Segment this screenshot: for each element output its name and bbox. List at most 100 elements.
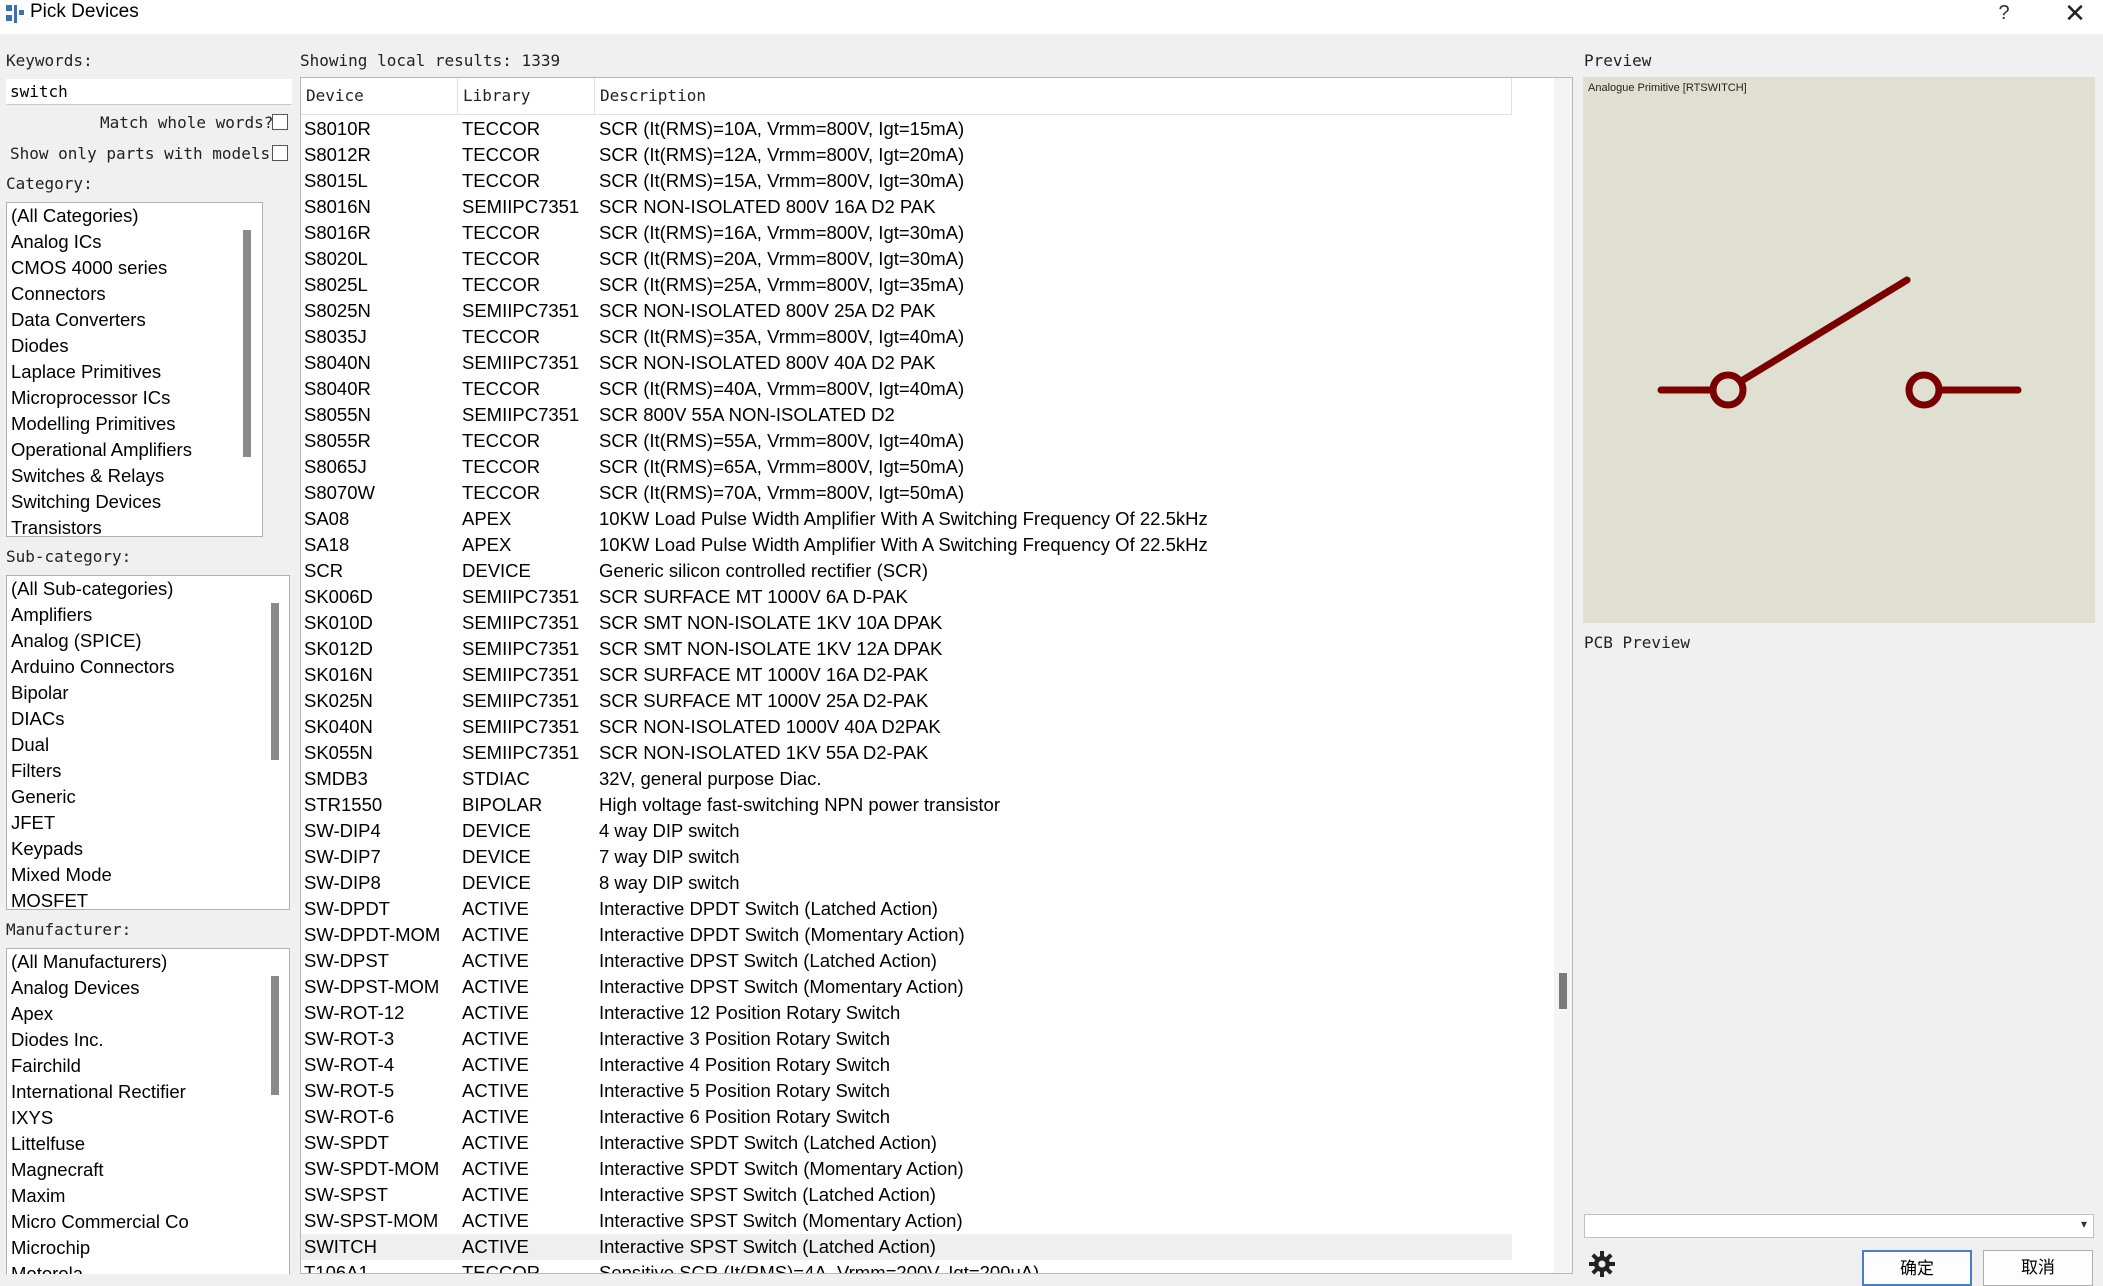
table-row[interactable]: SW-SPST ACTIVE Interactive SPST Switch (La… (301, 1182, 1512, 1208)
table-row[interactable]: T106A1 TECCOR Sensitive SCR (It(RMS)=4A, V… (301, 1260, 1512, 1273)
category-item[interactable]: Operational Amplifiers (7, 437, 262, 463)
table-row[interactable]: SW-ROT-12 ACTIVE Interactive 12 Position R… (301, 1000, 1512, 1026)
table-row[interactable]: SW-DPST-MOM ACTIVE Interactive DPST Switch… (301, 974, 1512, 1000)
table-row[interactable]: SW-SPDT ACTIVE Interactive SPDT Switch (La… (301, 1130, 1512, 1156)
table-row[interactable]: SMDB3 STDIAC 32V, general purpose Diac. (301, 766, 1512, 792)
table-row[interactable]: S8012R TECCOR SCR (It(RMS)=12A, Vrmm=800V,… (301, 142, 1512, 168)
table-row[interactable]: SW-ROT-4 ACTIVE Interactive 4 Position Rot… (301, 1052, 1512, 1078)
table-row[interactable]: S8025N SEMIIPC7351 SCR NON-ISOLATED 800V 2… (301, 298, 1512, 324)
subcategory-item[interactable]: JFET (7, 810, 289, 836)
manufacturer-item[interactable]: Analog Devices (7, 975, 289, 1001)
category-item[interactable]: (All Categories) (7, 203, 262, 229)
subcategory-item[interactable]: Bipolar (7, 680, 289, 706)
subcategory-item[interactable]: Mixed Mode (7, 862, 289, 888)
category-item[interactable]: Diodes (7, 333, 262, 359)
category-item[interactable]: Data Converters (7, 307, 262, 333)
category-item[interactable]: Laplace Primitives (7, 359, 262, 385)
table-row[interactable]: SCR DEVICE Generic silicon controlled rect… (301, 558, 1512, 584)
manufacturer-item[interactable]: Micro Commercial Co (7, 1209, 289, 1235)
table-row[interactable]: SW-SPDT-MOM ACTIVE Interactive SPDT Switch… (301, 1156, 1512, 1182)
results-table[interactable]: Device Library Description S8010R TECCOR S… (300, 77, 1573, 1274)
subcategory-item[interactable]: Keypads (7, 836, 289, 862)
subcategory-item[interactable]: Filters (7, 758, 289, 784)
table-row[interactable]: SW-ROT-6 ACTIVE Interactive 6 Position Rot… (301, 1104, 1512, 1130)
table-row[interactable]: S8016N SEMIIPC7351 SCR NON-ISOLATED 800V 1… (301, 194, 1512, 220)
subcategory-item[interactable]: Dual (7, 732, 289, 758)
category-item[interactable]: Switching Devices (7, 489, 262, 515)
table-row[interactable]: S8040R TECCOR SCR (It(RMS)=40A, Vrmm=800V,… (301, 376, 1512, 402)
manufacturer-item[interactable]: Littelfuse (7, 1131, 289, 1157)
category-scrollbar-thumb[interactable] (243, 230, 251, 457)
table-row[interactable]: SA18 APEX 10KW Load Pulse Width Amplifier … (301, 532, 1512, 558)
category-item[interactable]: Modelling Primitives (7, 411, 262, 437)
category-item[interactable]: Microprocessor ICs (7, 385, 262, 411)
table-row[interactable]: S8020L TECCOR SCR (It(RMS)=20A, Vrmm=800V,… (301, 246, 1512, 272)
manufacturer-item[interactable]: Microchip (7, 1235, 289, 1261)
help-button[interactable]: ? (1990, 0, 2018, 26)
column-library[interactable]: Library (458, 78, 595, 114)
match-whole-words-checkbox[interactable] (272, 114, 288, 130)
table-row[interactable]: SK025N SEMIIPC7351 SCR SURFACE MT 1000V 25… (301, 688, 1512, 714)
subcategory-item[interactable]: Amplifiers (7, 602, 289, 628)
table-row[interactable]: SW-DIP4 DEVICE 4 way DIP switch (301, 818, 1512, 844)
category-list[interactable]: (All Categories) Analog ICs CMOS 4000 seri… (6, 202, 263, 537)
table-row[interactable]: S8025L TECCOR SCR (It(RMS)=25A, Vrmm=800V,… (301, 272, 1512, 298)
manufacturer-item[interactable]: Apex (7, 1001, 289, 1027)
manufacturer-list[interactable]: (All Manufacturers) Analog Devices Apex Dio… (6, 948, 290, 1274)
cancel-button[interactable]: 取消 (1983, 1250, 2093, 1286)
category-item[interactable]: Transistors (7, 515, 262, 536)
keywords-input[interactable]: switch (6, 79, 292, 105)
table-row[interactable]: SK012D SEMIIPC7351 SCR SMT NON-ISOLATE 1KV… (301, 636, 1512, 662)
table-row[interactable]: SK010D SEMIIPC7351 SCR SMT NON-ISOLATE 1KV… (301, 610, 1512, 636)
manufacturer-item[interactable]: (All Manufacturers) (7, 949, 289, 975)
table-row[interactable]: S8055N SEMIIPC7351 SCR 800V 55A NON-ISOLAT… (301, 402, 1512, 428)
column-description[interactable]: Description (595, 78, 1512, 114)
subcategory-scrollbar-thumb[interactable] (271, 603, 279, 760)
table-row[interactable]: S8070W TECCOR SCR (It(RMS)=70A, Vrmm=800V,… (301, 480, 1512, 506)
table-row[interactable]: SW-ROT-3 ACTIVE Interactive 3 Position Rot… (301, 1026, 1512, 1052)
table-row[interactable]: S8040N SEMIIPC7351 SCR NON-ISOLATED 800V 4… (301, 350, 1512, 376)
results-scrollbar[interactable] (1554, 78, 1572, 1273)
table-row[interactable]: SA08 APEX 10KW Load Pulse Width Amplifier … (301, 506, 1512, 532)
table-row[interactable]: SK006D SEMIIPC7351 SCR SURFACE MT 1000V 6A… (301, 584, 1512, 610)
table-row[interactable]: SW-DPST ACTIVE Interactive DPST Switch (La… (301, 948, 1512, 974)
subcategory-item[interactable]: Analog (SPICE) (7, 628, 289, 654)
table-row[interactable]: S8015L TECCOR SCR (It(RMS)=15A, Vrmm=800V,… (301, 168, 1512, 194)
table-row[interactable]: STR1550 BIPOLAR High voltage fast-switchin… (301, 792, 1512, 818)
table-row[interactable]: S8035J TECCOR SCR (It(RMS)=35A, Vrmm=800V,… (301, 324, 1512, 350)
table-row[interactable]: SW-DIP8 DEVICE 8 way DIP switch (301, 870, 1512, 896)
table-row[interactable]: SK016N SEMIIPC7351 SCR SURFACE MT 1000V 16… (301, 662, 1512, 688)
table-row[interactable]: SWITCH ACTIVE Interactive SPST Switch (Lat… (301, 1234, 1512, 1260)
table-row[interactable]: S8055R TECCOR SCR (It(RMS)=55A, Vrmm=800V,… (301, 428, 1512, 454)
subcategory-item[interactable]: (All Sub-categories) (7, 576, 289, 602)
manufacturer-item[interactable]: International Rectifier (7, 1079, 289, 1105)
results-scrollbar-thumb[interactable] (1559, 973, 1567, 1009)
category-item[interactable]: Switches & Relays (7, 463, 262, 489)
table-row[interactable]: SW-DPDT ACTIVE Interactive DPDT Switch (La… (301, 896, 1512, 922)
table-row[interactable]: SW-DIP7 DEVICE 7 way DIP switch (301, 844, 1512, 870)
manufacturer-item[interactable]: Maxim (7, 1183, 289, 1209)
category-item[interactable]: CMOS 4000 series (7, 255, 262, 281)
subcategory-item[interactable]: Generic (7, 784, 289, 810)
category-item[interactable]: Connectors (7, 281, 262, 307)
manufacturer-item[interactable]: Fairchild (7, 1053, 289, 1079)
category-item[interactable]: Analog ICs (7, 229, 262, 255)
table-row[interactable]: SW-DPDT-MOM ACTIVE Interactive DPDT Switch… (301, 922, 1512, 948)
table-row[interactable]: SW-ROT-5 ACTIVE Interactive 5 Position Rot… (301, 1078, 1512, 1104)
subcategory-item[interactable]: MOSFET (7, 888, 289, 909)
subcategory-list[interactable]: (All Sub-categories) Amplifiers Analog (SP… (6, 575, 290, 910)
table-row[interactable]: SK055N SEMIIPC7351 SCR NON-ISOLATED 1KV 55… (301, 740, 1512, 766)
column-device[interactable]: Device (301, 78, 458, 114)
subcategory-item[interactable]: Arduino Connectors (7, 654, 289, 680)
table-row[interactable]: S8016R TECCOR SCR (It(RMS)=16A, Vrmm=800V,… (301, 220, 1512, 246)
close-button[interactable]: ✕ (2058, 0, 2092, 26)
manufacturer-item[interactable]: Magnecraft (7, 1157, 289, 1183)
manufacturer-item[interactable]: Motorola (7, 1261, 289, 1274)
manufacturer-item[interactable]: Diodes Inc. (7, 1027, 289, 1053)
ok-button[interactable]: 确定 (1862, 1250, 1972, 1286)
table-row[interactable]: SK040N SEMIIPC7351 SCR NON-ISOLATED 1000V … (301, 714, 1512, 740)
manufacturer-item[interactable]: IXYS (7, 1105, 289, 1131)
subcategory-item[interactable]: DIACs (7, 706, 289, 732)
table-row[interactable]: SW-SPST-MOM ACTIVE Interactive SPST Switch… (301, 1208, 1512, 1234)
table-row[interactable]: S8065J TECCOR SCR (It(RMS)=65A, Vrmm=800V,… (301, 454, 1512, 480)
